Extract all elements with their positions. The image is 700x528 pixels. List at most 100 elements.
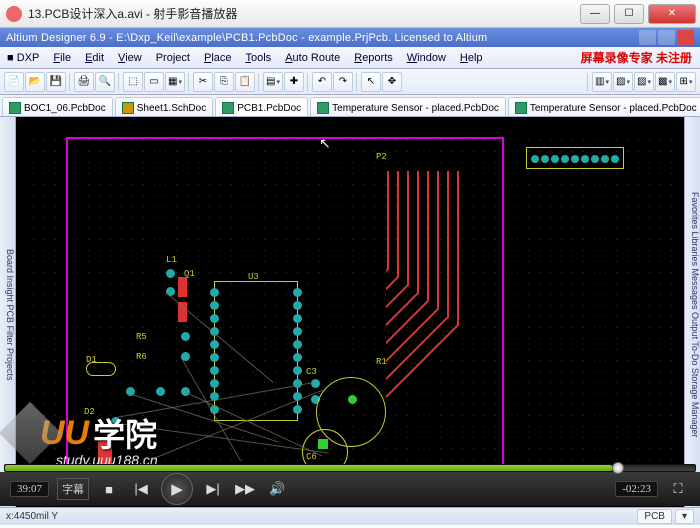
ic-pad bbox=[210, 353, 219, 362]
tb-open[interactable]: 📂 bbox=[25, 72, 45, 92]
minimize-button[interactable]: — bbox=[580, 4, 610, 24]
connector-pad bbox=[591, 155, 599, 163]
player-title: 13.PCB设计深入a.avi - 射手影音播放器 bbox=[28, 5, 580, 22]
ic-pad bbox=[293, 405, 302, 414]
prev-button[interactable]: |◀ bbox=[129, 477, 153, 501]
doc-tab-4[interactable]: Temperature Sensor - placed.PcbDoc bbox=[508, 97, 700, 116]
tb-snap-dd[interactable]: ⊞ bbox=[676, 72, 696, 92]
tb-redo[interactable]: ↷ bbox=[333, 72, 353, 92]
document-tabs: BOC1_06.PcbDocSheet1.SchDocPCB1.PcbDocTe… bbox=[0, 95, 700, 117]
pad bbox=[166, 269, 175, 278]
close-button[interactable]: ✕ bbox=[648, 4, 696, 24]
tb-grid-dd[interactable]: ▦ bbox=[165, 72, 185, 92]
menu-tools[interactable]: Tools bbox=[239, 52, 279, 64]
pcb-traces bbox=[386, 169, 626, 449]
tb-view1-dd[interactable]: ▥ bbox=[592, 72, 612, 92]
player-app-icon bbox=[6, 6, 22, 22]
ic-pad bbox=[293, 366, 302, 375]
status-chip-pcb[interactable]: PCB bbox=[637, 509, 672, 524]
connector-pad bbox=[551, 155, 559, 163]
ic-pad bbox=[210, 314, 219, 323]
volume-icon[interactable]: 🔊 bbox=[265, 477, 289, 501]
connector-pad bbox=[531, 155, 539, 163]
toolbar: 📄 📂 💾 🖨 🔍 ⬚ ▭ ▦ ✂ ⎘ 📋 ▤ ✚ ↶ ↷ ↖ ✥ ▥ ▧ ▨ … bbox=[0, 69, 700, 95]
tb-move[interactable]: ✥ bbox=[382, 72, 402, 92]
maximize-button[interactable]: ☐ bbox=[614, 4, 644, 24]
menubar: ■ DXP File Edit View Project Place Tools… bbox=[0, 47, 700, 69]
tab-type-icon bbox=[9, 102, 21, 114]
menu-window[interactable]: Window bbox=[400, 52, 453, 64]
menu-autoroute[interactable]: Auto Route bbox=[278, 52, 347, 64]
watermark-cube-icon bbox=[0, 402, 61, 464]
doc-tab-3[interactable]: Temperature Sensor - placed.PcbDoc bbox=[310, 97, 506, 116]
refdes-r1: R1 bbox=[376, 357, 387, 367]
ic-pad bbox=[210, 288, 219, 297]
step-button[interactable]: ▶▶ bbox=[233, 477, 257, 501]
doc-tab-2[interactable]: PCB1.PcbDoc bbox=[215, 97, 308, 116]
refdes-r5: R5 bbox=[136, 332, 147, 342]
tab-type-icon bbox=[222, 102, 234, 114]
fullscreen-button[interactable]: ⛶ bbox=[666, 477, 690, 501]
menu-dxp[interactable]: ■ DXP bbox=[0, 52, 46, 64]
right-panel-tabs[interactable]: Favorites Libraries Messages Output To-D… bbox=[684, 117, 700, 507]
statusbar: x:4450mil Y PCB ▾ bbox=[0, 507, 700, 525]
pad-green bbox=[348, 395, 357, 404]
menu-view[interactable]: View bbox=[111, 52, 149, 64]
menu-help[interactable]: Help bbox=[453, 52, 490, 64]
ic-pad bbox=[210, 301, 219, 310]
tb-view3-dd[interactable]: ▨ bbox=[634, 72, 654, 92]
altium-min-button[interactable] bbox=[639, 30, 656, 45]
ic-outline bbox=[214, 281, 298, 421]
subtitle-button[interactable]: 字幕 bbox=[57, 478, 89, 500]
tb-paste[interactable]: 📋 bbox=[235, 72, 255, 92]
next-button[interactable]: ▶| bbox=[201, 477, 225, 501]
connector-pad bbox=[611, 155, 619, 163]
refdes-l1: L1 bbox=[166, 255, 177, 265]
tb-undo[interactable]: ↶ bbox=[312, 72, 332, 92]
tb-preview[interactable]: 🔍 bbox=[95, 72, 115, 92]
refdes-u3: U3 bbox=[248, 272, 259, 282]
doc-tab-1[interactable]: Sheet1.SchDoc bbox=[115, 97, 214, 116]
tb-print[interactable]: 🖨 bbox=[74, 72, 94, 92]
tb-save[interactable]: 💾 bbox=[46, 72, 66, 92]
tb-view2-dd[interactable]: ▧ bbox=[613, 72, 633, 92]
menu-edit[interactable]: Edit bbox=[78, 52, 111, 64]
tab-type-icon bbox=[317, 102, 329, 114]
progress-bar[interactable] bbox=[4, 464, 696, 472]
video-controls: 39:07 字幕 ■ |◀ ▶ ▶| ▶▶ 🔊 -02:23 ⛶ bbox=[0, 464, 700, 508]
tb-view4-dd[interactable]: ▩ bbox=[655, 72, 675, 92]
altium-max-button[interactable] bbox=[658, 30, 675, 45]
ic-pad bbox=[210, 340, 219, 349]
pad bbox=[311, 379, 320, 388]
menu-place[interactable]: Place bbox=[197, 52, 239, 64]
altium-close-button[interactable] bbox=[677, 30, 694, 45]
refdes-q1: Q1 bbox=[184, 269, 195, 279]
tb-zoom-fit[interactable]: ▭ bbox=[144, 72, 164, 92]
tb-new[interactable]: 📄 bbox=[4, 72, 24, 92]
smd-pad bbox=[178, 277, 187, 297]
status-coords: x:4450mil Y bbox=[6, 511, 58, 522]
altium-title: Altium Designer 6.9 - E:\Dxp_Keil\exampl… bbox=[6, 32, 487, 44]
tb-cut[interactable]: ✂ bbox=[193, 72, 213, 92]
tb-select[interactable]: ↖ bbox=[361, 72, 381, 92]
ic-pad bbox=[293, 340, 302, 349]
menu-reports[interactable]: Reports bbox=[347, 52, 400, 64]
tb-zoom-window[interactable]: ⬚ bbox=[123, 72, 143, 92]
progress-fill bbox=[5, 465, 612, 471]
time-current: 39:07 bbox=[10, 481, 49, 497]
doc-tab-0[interactable]: BOC1_06.PcbDoc bbox=[2, 97, 113, 116]
connector-pad bbox=[571, 155, 579, 163]
tb-cross[interactable]: ✚ bbox=[284, 72, 304, 92]
menu-file[interactable]: File bbox=[46, 52, 78, 64]
play-button[interactable]: ▶ bbox=[161, 473, 193, 505]
tab-type-icon bbox=[122, 102, 134, 114]
refdes-p2: P2 bbox=[376, 152, 387, 162]
tb-copy[interactable]: ⎘ bbox=[214, 72, 234, 92]
recorder-watermark: 屏幕录像专家 未注册 bbox=[581, 49, 692, 66]
player-titlebar: 13.PCB设计深入a.avi - 射手影音播放器 — ☐ ✕ bbox=[0, 0, 700, 28]
time-remaining: -02:23 bbox=[615, 481, 658, 497]
tb-layer-dd[interactable]: ▤ bbox=[263, 72, 283, 92]
stop-button[interactable]: ■ bbox=[97, 477, 121, 501]
menu-project[interactable]: Project bbox=[149, 52, 197, 64]
status-chip-more[interactable]: ▾ bbox=[675, 509, 694, 524]
